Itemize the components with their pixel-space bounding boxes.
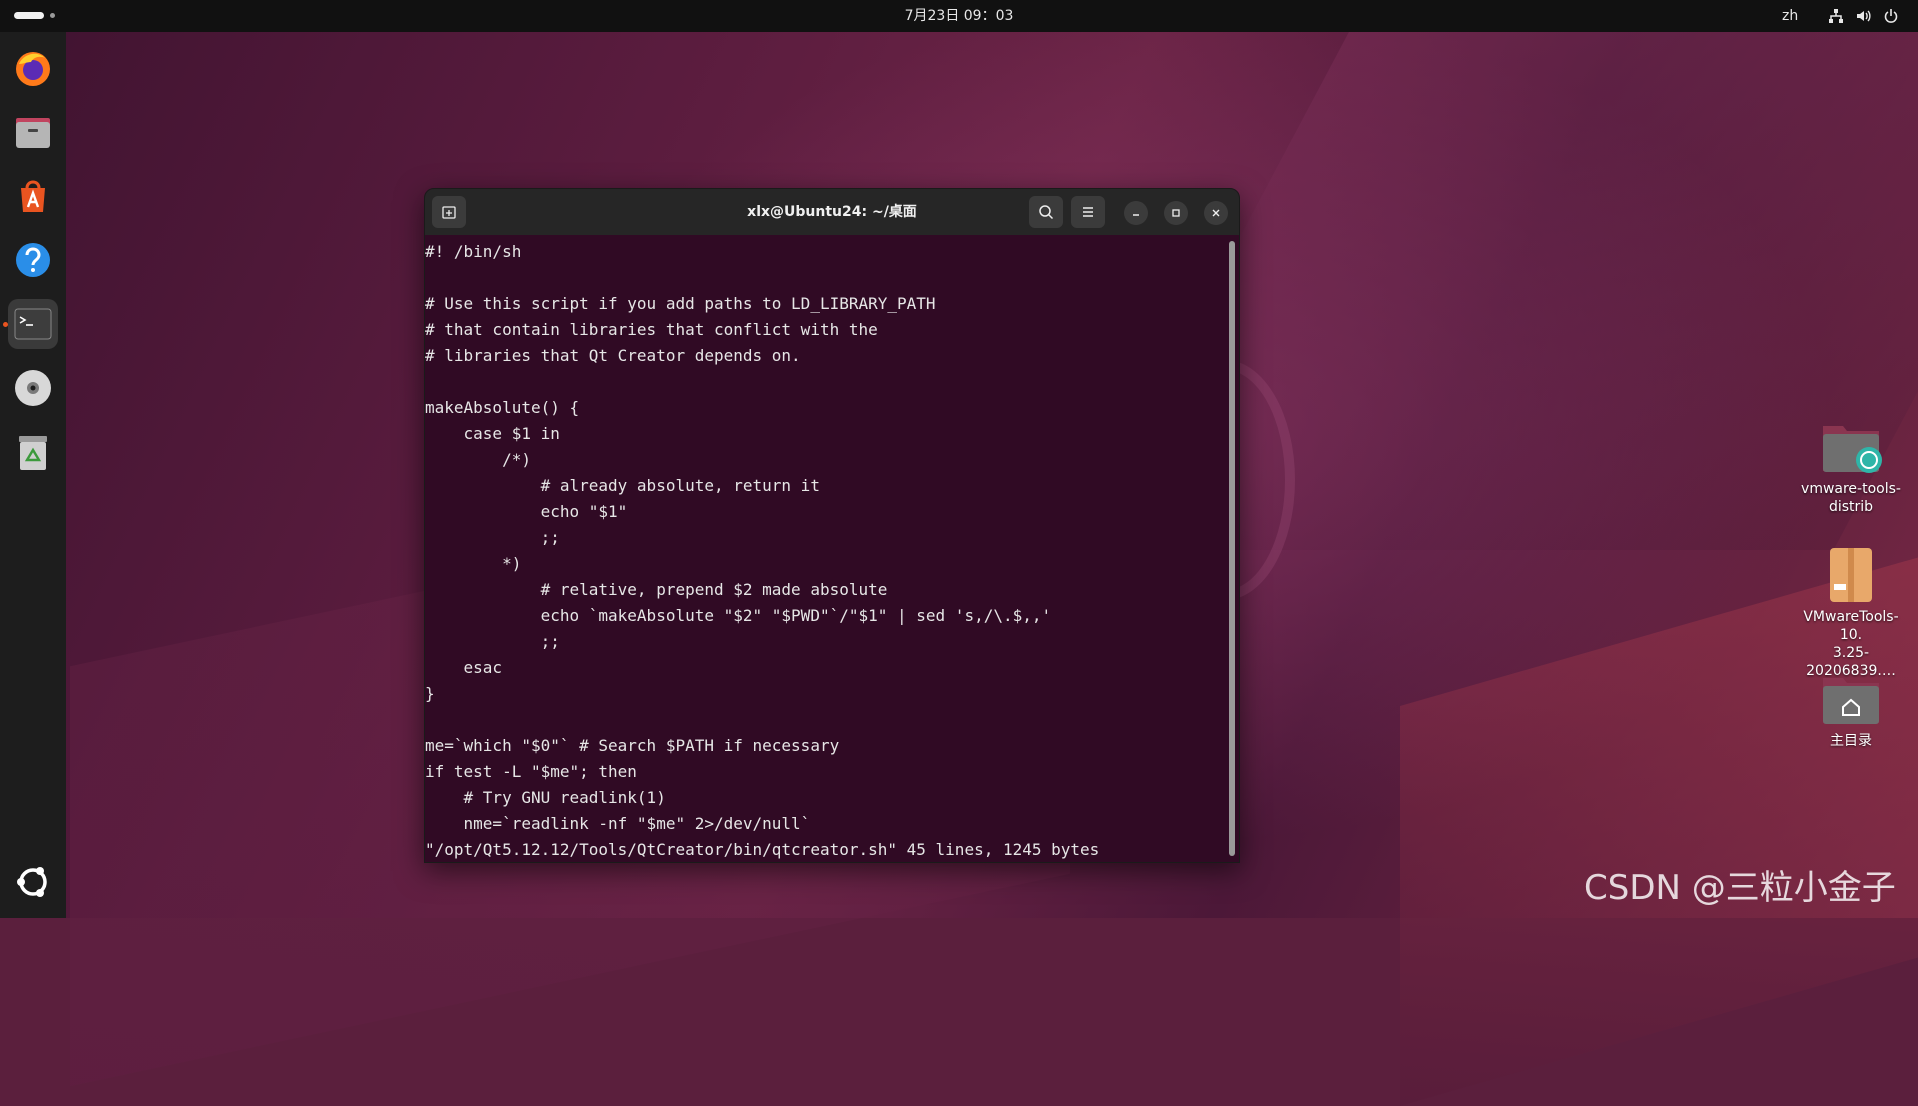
archive-icon [1830,548,1872,602]
power-icon[interactable] [1883,8,1899,24]
terminal-line: # libraries that Qt Creator depends on. [425,346,801,365]
desktop-icon-label: 主目录 [1830,733,1872,749]
activities-button[interactable] [14,12,55,20]
terminal-line: *) [425,554,522,573]
home-folder-icon [1823,678,1879,724]
hamburger-menu-icon [1083,207,1093,217]
clock-container: 7月23日 09：03 [0,0,1918,32]
dock-item-app-center[interactable] [8,171,58,221]
disc-icon [15,370,51,406]
terminal-content[interactable]: #! /bin/sh # Use this script if you add … [425,235,1225,862]
dock-item-files[interactable] [8,107,58,157]
clock[interactable]: 7月23日 09：03 [905,8,1014,24]
help-icon [16,243,50,277]
dock [0,32,66,918]
dock-item-trash[interactable] [8,427,58,477]
terminal-line: me=`which "$0"` # Search $PATH if necess… [425,736,840,755]
dock-item-help[interactable] [8,235,58,285]
terminal-line: makeAbsolute() { [425,398,580,417]
terminal-line: nme=`readlink -nf "$me" 2>/dev/null` [425,814,811,833]
terminal-line: } [425,684,435,703]
minimize-icon [1133,214,1139,216]
dock-item-firefox[interactable] [8,43,58,93]
vim-status-line: "/opt/Qt5.12.12/Tools/QtCreator/bin/qtcr… [425,840,1100,859]
terminal-line: /*) [425,450,531,469]
firefox-icon [16,52,50,86]
watermark: CSDN @三粒小金子 [1584,868,1896,908]
desktop-icon-label: vmware-tools- [1801,481,1901,497]
search-icon [1039,205,1054,220]
desktop-icon-vmwaretools-archive[interactable]: VMwareTools-10. 3.25-20206839.… [1796,546,1906,680]
terminal-line: echo `makeAbsolute "$2" "$PWD"`/"$1" | s… [425,606,1052,625]
ubuntu-logo-icon [17,867,47,897]
terminal-line: case $1 in [425,424,560,443]
terminal-line: ;; [425,528,560,547]
desktop-icon-home[interactable]: 主目录 [1796,672,1906,750]
terminal-line: # that contain libraries that conflict w… [425,320,878,339]
dock-item-dvd[interactable] [8,363,58,413]
terminal-line: esac [425,658,503,677]
desktop-icon-label: distrib [1828,499,1874,515]
app-center-icon [21,180,45,212]
system-tray[interactable] [1828,8,1906,24]
terminal-window[interactable]: xlx@Ubuntu24: ~/桌面 #! /bin/sh # Use this… [424,188,1240,863]
workspace-indicator-active [14,12,44,19]
workspace-indicator [50,13,55,18]
dock-item-terminal[interactable] [8,299,58,349]
close-icon [1212,209,1220,217]
volume-icon[interactable] [1855,8,1872,24]
desktop-icon-label: VMwareTools-10. [1803,609,1899,643]
folder-icon [1823,426,1882,473]
terminal-header-bar[interactable]: xlx@Ubuntu24: ~/桌面 [425,189,1239,235]
terminal-line: # already absolute, return it [425,476,820,495]
search-button[interactable] [1029,196,1063,228]
network-icon[interactable] [1828,8,1844,24]
maximize-button[interactable] [1164,201,1188,225]
top-bar: 7月23日 09：03 zh [0,0,1918,32]
input-language-indicator[interactable]: zh [1782,0,1798,32]
terminal-line: # relative, prepend $2 made absolute [425,580,888,599]
terminal-scrollbar[interactable] [1229,241,1235,856]
terminal-icon [14,308,52,340]
maximize-icon [1172,209,1180,217]
show-apps-button[interactable] [8,857,58,907]
minimize-button[interactable] [1124,201,1148,225]
running-indicator [3,322,8,327]
terminal-line: # Use this script if you add paths to LD… [425,294,936,313]
desktop-icon-vmware-tools-distrib[interactable]: vmware-tools- distrib [1796,420,1906,516]
files-icon [16,118,50,148]
terminal-line: if test -L "$me"; then [425,762,637,781]
window-title: xlx@Ubuntu24: ~/桌面 [747,204,917,220]
trash-icon [19,436,47,470]
terminal-line: echo "$1" [425,502,628,521]
terminal-line: # Try GNU readlink(1) [425,788,666,807]
terminal-line: #! /bin/sh [425,242,522,261]
terminal-line: ;; [425,632,560,651]
close-button[interactable] [1204,201,1228,225]
menu-button[interactable] [1071,196,1105,228]
